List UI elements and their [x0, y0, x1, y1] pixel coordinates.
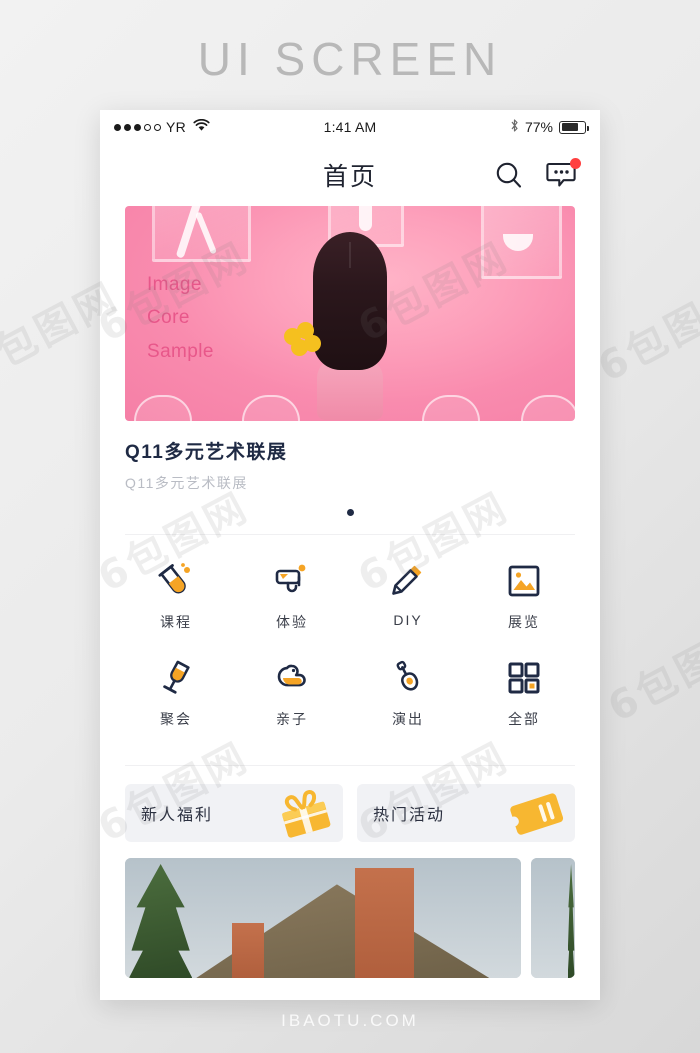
- category-item-yanchu[interactable]: 演出: [350, 648, 466, 741]
- chat-bubble-icon[interactable]: [546, 158, 581, 189]
- photo-card-next[interactable]: [531, 858, 575, 978]
- category-item-tiyan[interactable]: 体验: [234, 551, 350, 644]
- category-item-diy[interactable]: DIY: [350, 551, 466, 644]
- rubber-duck-icon: [272, 658, 312, 698]
- nav-bar: 首页: [100, 144, 600, 206]
- search-icon[interactable]: [494, 160, 524, 190]
- test-tube-icon: [156, 561, 196, 601]
- category-label: DIY: [393, 612, 423, 628]
- promo-card-hot[interactable]: 热门活动: [357, 784, 575, 842]
- wall-frame-1: [152, 206, 251, 262]
- gift-box-icon: [275, 787, 335, 839]
- category-label: 体验: [276, 614, 308, 630]
- diving-mask-icon: [272, 561, 312, 601]
- bluetooth-icon: [510, 118, 519, 136]
- promo-cards: 新人福利 热门活动: [100, 766, 600, 842]
- category-grid: 课程 体验 DIY 展览 聚会 亲子 演出 全部: [100, 535, 600, 747]
- category-label: 亲子: [276, 711, 308, 727]
- category-item-qinzi[interactable]: 亲子: [234, 648, 350, 741]
- wall-frame-3: [480, 206, 562, 280]
- pencil-icon: [388, 561, 428, 601]
- wifi-icon: [193, 118, 210, 135]
- footer-watermark: IBAOTU.COM: [281, 1011, 419, 1030]
- chimney-large: [354, 867, 415, 978]
- unread-badge: [570, 158, 581, 169]
- banner-title: Q11多元艺术联展: [125, 442, 288, 463]
- nav-actions: [494, 158, 581, 190]
- category-item-quanbu[interactable]: 全部: [466, 648, 582, 741]
- picture-frame-icon: [504, 561, 544, 601]
- status-bar-right: 77%: [510, 118, 589, 136]
- guitar-icon: [388, 658, 428, 698]
- category-item-zhanlan[interactable]: 展览: [466, 551, 582, 644]
- phone-screen: YR 1:41 AM 77% 首页 Image Core Sample Q11多…: [100, 110, 600, 1000]
- carousel-pager[interactable]: [100, 493, 600, 516]
- battery-percent: 77%: [524, 119, 553, 135]
- page-title: UI SCREEN: [197, 33, 503, 85]
- promo-card-newcomer[interactable]: 新人福利: [125, 784, 343, 842]
- category-label: 课程: [160, 614, 192, 630]
- chimney-small: [231, 922, 264, 978]
- category-item-kecheng[interactable]: 课程: [118, 551, 234, 644]
- carrier-label: YR: [166, 119, 187, 135]
- champagne-glass-icon: [156, 658, 196, 698]
- category-label: 全部: [508, 711, 540, 727]
- promo-label: 新人福利: [141, 807, 214, 824]
- photo-carousel[interactable]: [100, 842, 600, 978]
- category-item-juhui[interactable]: 聚会: [118, 648, 234, 741]
- category-label: 聚会: [160, 711, 192, 727]
- banner-overlay-text: Image Core Sample: [147, 274, 214, 362]
- pager-dot-active[interactable]: [346, 509, 354, 516]
- chairs-row: [125, 385, 575, 421]
- banner-carousel[interactable]: Image Core Sample: [100, 206, 600, 421]
- status-bar-left: YR: [114, 118, 210, 135]
- grid-squares-icon: [504, 658, 544, 698]
- category-label: 展览: [508, 614, 540, 630]
- banner-subtitle: Q11多元艺术联展: [125, 475, 248, 491]
- promo-label: 热门活动: [373, 807, 446, 824]
- status-bar: YR 1:41 AM 77%: [100, 110, 600, 144]
- battery-icon: [559, 120, 589, 134]
- banner-image[interactable]: Image Core Sample: [125, 206, 575, 421]
- signal-strength-dots: [114, 123, 161, 131]
- photo-card-main[interactable]: [125, 858, 521, 978]
- ticket-icon: [507, 787, 567, 839]
- category-label: 演出: [392, 711, 424, 727]
